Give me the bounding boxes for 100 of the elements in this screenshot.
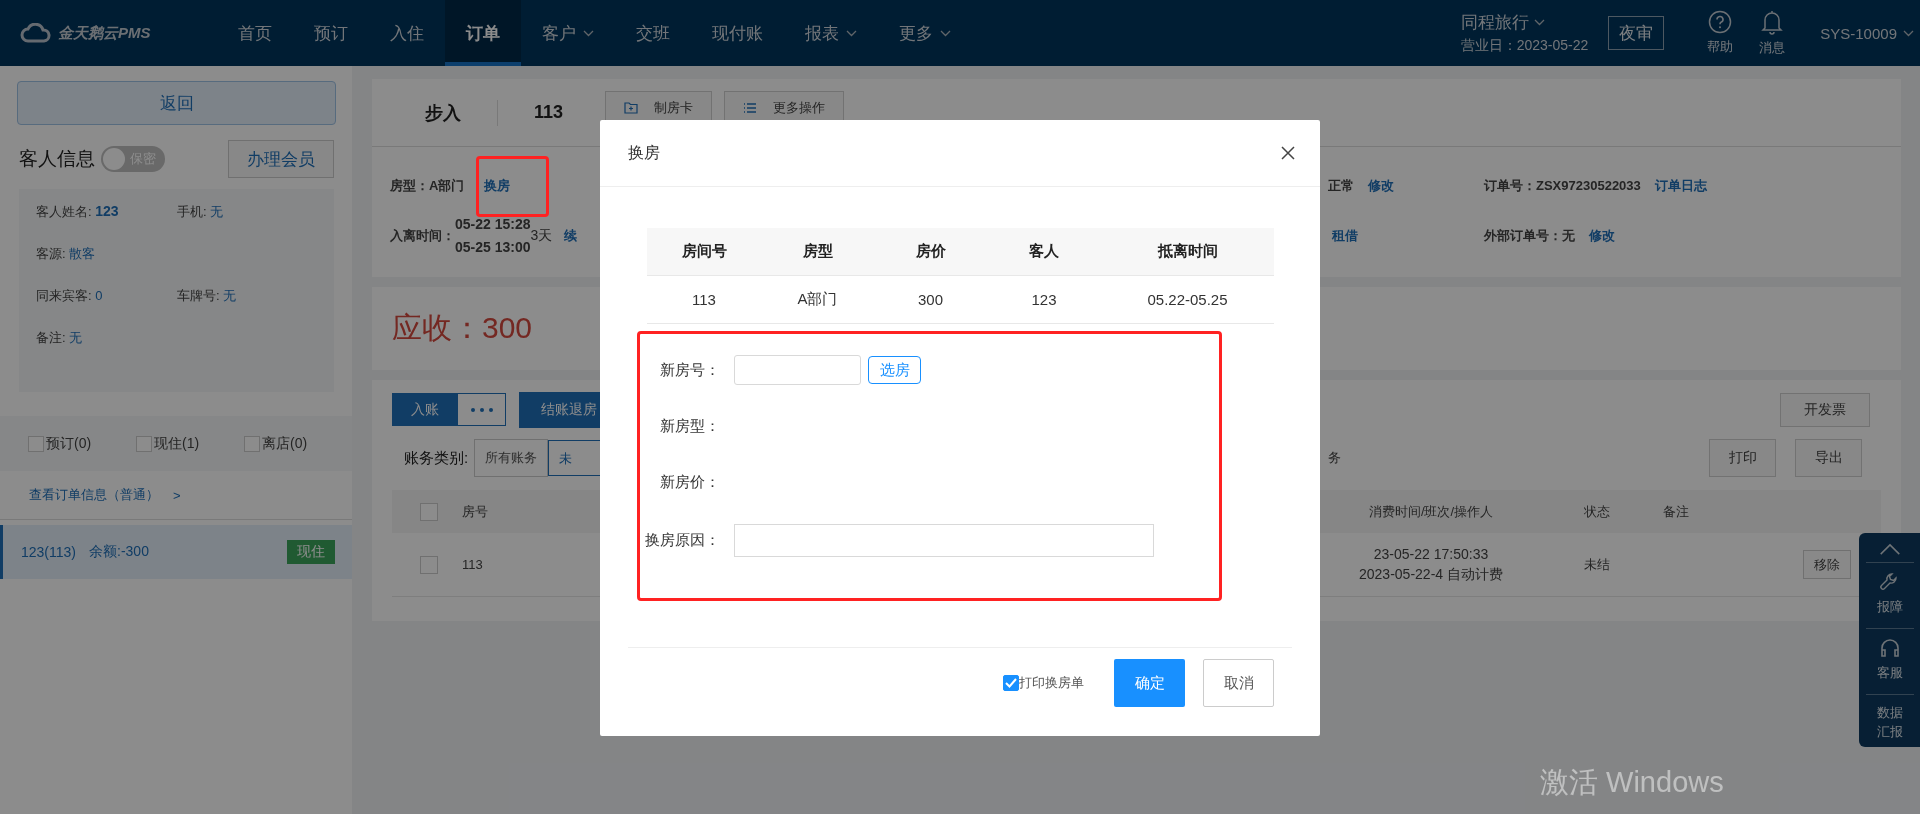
table-cell: 23-05-22 17:50:33	[1373, 545, 1489, 562]
back-button[interactable]: 返回	[17, 81, 336, 125]
nights-text: 3天	[530, 227, 553, 245]
nav-tab[interactable]: 入住	[369, 0, 445, 66]
column-header: 状态	[1583, 502, 1611, 521]
status-text: 正常	[1328, 177, 1354, 195]
room-type: 房型：A部门	[390, 177, 465, 195]
logo-text: 金天鹅云PMS	[58, 23, 151, 43]
filter-checkbox[interactable]: 预订(0)	[28, 434, 136, 453]
guest-field: 车牌号: 无	[177, 287, 318, 305]
hotel-selector[interactable]: 同程旅行	[1460, 11, 1589, 34]
nav-tab[interactable]: 预订	[293, 0, 369, 66]
nav-tab[interactable]: 客户	[521, 0, 615, 66]
print-checkbox[interactable]: 打印换房单	[1003, 674, 1084, 692]
arrival-time: 05-22 15:28	[455, 215, 531, 234]
nav-tab[interactable]: 首页	[217, 0, 293, 66]
nav-tool-button[interactable]: 消息	[1746, 0, 1799, 66]
receivable-amount: 应收：300	[392, 310, 533, 346]
guest-field: 手机: 无	[177, 203, 318, 221]
bell-icon	[1761, 9, 1784, 35]
cancel-button[interactable]: 取消	[1203, 659, 1274, 707]
user-menu[interactable]: SYS-10009	[1820, 0, 1914, 66]
nav-tab[interactable]: 更多	[878, 0, 972, 66]
table-cell-text: 05.22-05.25	[1146, 291, 1229, 308]
input-field[interactable]	[734, 355, 861, 385]
cloud-icon	[20, 23, 52, 43]
table-cell-text: 300	[917, 291, 944, 308]
column-header: 抵离时间	[1156, 242, 1219, 261]
category-tab[interactable]: 所有账务	[474, 439, 549, 477]
nav-tab[interactable]: 交班	[615, 0, 691, 66]
form-label: 换房原因：	[644, 530, 720, 550]
guest-field: 同来宾客: 0	[36, 287, 177, 305]
checkbox[interactable]	[420, 555, 438, 574]
table-cell: 2023-05-22-4 自动计费	[1359, 565, 1503, 584]
print-button[interactable]: 打印	[1709, 439, 1776, 477]
nav-tab[interactable]: 现付账	[691, 0, 784, 66]
chevron-up-icon[interactable]	[1877, 543, 1902, 556]
help-icon	[1708, 10, 1733, 34]
column-header: 消费时间/班次/操作人	[1367, 502, 1495, 521]
column-header: 房价	[914, 242, 947, 261]
side-panel-button[interactable]: 客服	[1865, 628, 1914, 688]
side-panel-button[interactable]: 报障	[1865, 562, 1914, 622]
table-cell-text: 123	[1030, 291, 1058, 308]
edit-link[interactable]: 修改	[1589, 227, 1615, 245]
invoice-button[interactable]: 开发票	[1780, 392, 1870, 427]
table-cell-text: 未结	[1583, 555, 1611, 574]
order-log-link[interactable]: 订单日志	[1654, 177, 1707, 195]
close-icon[interactable]	[1281, 146, 1295, 160]
status-tag: 现住	[287, 540, 335, 564]
business-date: 营业日：2023-05-22	[1460, 37, 1589, 55]
extend-link[interactable]: 续	[564, 227, 578, 245]
column-header: 房型	[801, 242, 834, 261]
activation-watermark: 激活 Windows	[1540, 765, 1724, 800]
order-source: 步入	[425, 101, 461, 125]
member-button[interactable]: 办理会员	[228, 140, 334, 178]
input-field[interactable]	[734, 523, 1154, 557]
table-cell-text: 113	[691, 291, 717, 308]
category-label: 账务类别:	[404, 448, 469, 468]
rent-link[interactable]: 租借	[1332, 227, 1358, 245]
edit-link[interactable]: 修改	[1368, 177, 1394, 195]
form-label: 新房型：	[659, 416, 720, 436]
form-label: 新房号：	[659, 360, 720, 380]
caret-icon	[1533, 19, 1545, 26]
guest-field: 备注: 无	[36, 329, 177, 347]
side-panel-button[interactable]: 数据汇报	[1865, 694, 1914, 747]
checkmark-icon	[1005, 678, 1017, 688]
pick-room-button[interactable]: 选房	[868, 356, 921, 384]
external-order-number: 外部订单号：无	[1484, 227, 1575, 245]
night-audit-button[interactable]: 夜审	[1608, 16, 1665, 50]
column-header: 备注	[1663, 502, 1690, 521]
section-title: 客人信息	[19, 147, 95, 171]
column-header: 客人	[1028, 242, 1060, 261]
order-info-link[interactable]: 查看订单信息（普通） >	[0, 471, 352, 520]
remove-button[interactable]: 移除	[1803, 550, 1851, 579]
table-cell-text: A部门	[796, 290, 839, 309]
nav-tool-button[interactable]: 帮助	[1694, 0, 1747, 66]
order-list-item[interactable]: 123(113) 余额:-300 现住	[0, 525, 352, 579]
folder-icon	[624, 102, 639, 114]
stay-label: 入离时间：	[390, 227, 455, 245]
category-text: 务	[1328, 449, 1342, 467]
filter-checkbox[interactable]: 离店(0)	[244, 434, 352, 453]
export-button[interactable]: 导出	[1795, 439, 1862, 477]
guest-field: 客源: 散客	[36, 245, 177, 263]
departure-time: 05-25 13:00	[455, 238, 531, 257]
nav-tab[interactable]: 订单	[445, 0, 521, 66]
confirm-button[interactable]: 确定	[1114, 659, 1185, 707]
order-number: 订单号：ZSX97230522033	[1484, 177, 1641, 195]
dialog-title: 换房	[628, 142, 660, 163]
more-button[interactable]	[457, 393, 506, 426]
table-cell-text: 113	[462, 557, 484, 572]
change-room-link[interactable]: 换房	[484, 177, 511, 195]
post-button[interactable]: 入账	[392, 393, 457, 426]
headset-icon	[1878, 637, 1901, 659]
guest-field: 客人姓名: 123	[36, 203, 177, 221]
checkbox[interactable]	[420, 502, 438, 521]
more-icon	[469, 406, 494, 413]
caret-icon	[1903, 29, 1914, 37]
filter-checkbox[interactable]: 现住(1)	[136, 434, 244, 453]
nav-tab[interactable]: 报表	[784, 0, 878, 66]
room-number: 113	[534, 102, 564, 123]
